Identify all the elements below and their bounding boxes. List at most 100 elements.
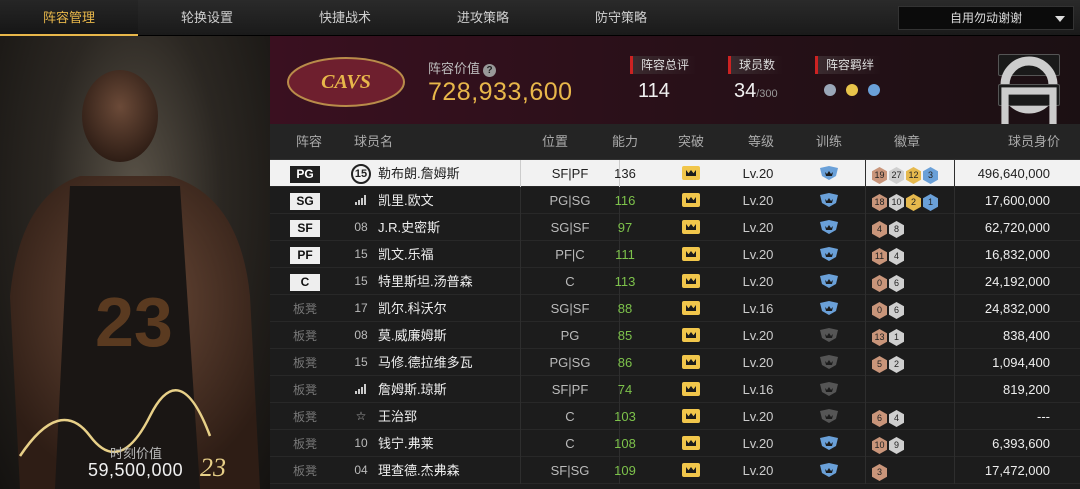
roster-table: 阵容 球员名 位置 能力 突破 等级 训练 徽章 球员身价 PG 15 勒布朗.詹姆… [270, 124, 1080, 489]
badge-icon[interactable]: 6 [872, 410, 887, 427]
tab-quick-tactics[interactable]: 快捷战术 [276, 0, 414, 36]
badge-icon[interactable]: 10 [889, 194, 904, 211]
badge-icon[interactable]: 18 [872, 194, 887, 211]
badge-icon[interactable]: 10 [872, 437, 887, 454]
training-shield-icon[interactable] [819, 328, 839, 342]
breakthrough-cell [678, 376, 704, 403]
badge-icon[interactable]: 27 [889, 167, 904, 184]
table-row[interactable]: 板凳 ☆ 王治郅 C 103 Lv.20 6 4 --- [270, 403, 1080, 430]
table-row[interactable]: 板凳 17 凯尔.科沃尔 SG|SF 88 Lv.16 0 6 24,832,000 [270, 295, 1080, 322]
table-row[interactable]: 板凳 15 马修.德拉维多瓦 PG|SG 86 Lv.20 5 2 1,094,400 [270, 349, 1080, 376]
badge-icon[interactable]: 9 [889, 437, 904, 454]
slot-cell: PF [290, 241, 320, 268]
header-value[interactable]: 球员身价 [1008, 124, 1060, 160]
player-value: 1,094,400 [954, 349, 1058, 376]
badges-cell: 3 [865, 457, 955, 484]
tab-offense[interactable]: 进攻策略 [414, 0, 552, 36]
slot-label: C [290, 274, 320, 291]
badge-icon[interactable]: 4 [889, 410, 904, 427]
header-level[interactable]: 等级 [748, 124, 774, 160]
signal-bars-icon [350, 187, 372, 214]
signal-bars-icon [350, 376, 372, 403]
bond-icon[interactable] [866, 82, 882, 98]
training-cell [815, 322, 843, 349]
bond-icon[interactable] [844, 82, 860, 98]
badge-icon[interactable]: 4 [889, 248, 904, 265]
player-name: 莫.威廉姆斯 [378, 328, 447, 343]
badge-icon[interactable]: 0 [872, 302, 887, 319]
lineup-dropdown[interactable]: 自用勿动谢谢 [898, 6, 1074, 30]
badge-icon[interactable]: 2 [889, 356, 904, 373]
jersey-number: 15 [354, 247, 368, 261]
badge-icon[interactable]: 12 [906, 167, 921, 184]
header-ability[interactable]: 能力 [612, 124, 638, 160]
badges-cell: 48 [865, 214, 955, 241]
training-shield-icon[interactable] [819, 220, 839, 234]
badge-icon[interactable]: 3 [872, 464, 887, 481]
training-shield-icon[interactable] [819, 301, 839, 315]
badge-icon[interactable]: 11 [872, 248, 887, 265]
badges-cell: 19 27 12 3 [865, 160, 955, 187]
badge-icon[interactable]: 6 [889, 302, 904, 319]
tab-lineup[interactable]: 阵容管理 [0, 0, 138, 36]
badge-icon[interactable]: 8 [889, 221, 904, 238]
table-row[interactable]: SF 08 J.R.史密斯 SG|SF 97 Lv.20 4 8 62,720,000 [270, 214, 1080, 241]
table-row[interactable]: SG 凯里.欧文 PG|SG 116 Lv.20 18 10 2 1 17,600,000 [270, 187, 1080, 214]
training-cell [815, 349, 843, 376]
slot-label: SF [290, 220, 320, 237]
training-shield-icon[interactable] [819, 247, 839, 261]
training-shield-icon[interactable] [819, 463, 839, 477]
tab-defense[interactable]: 防守策略 [552, 0, 690, 36]
bond-icon[interactable] [822, 82, 838, 98]
tab-rotation[interactable]: 轮换设置 [138, 0, 276, 36]
badge-icon[interactable]: 5 [872, 356, 887, 373]
badge-icon[interactable]: 2 [906, 194, 921, 211]
badge-icon[interactable]: 6 [889, 275, 904, 292]
header-breakthrough[interactable]: 突破 [678, 124, 704, 160]
select-button[interactable]: 选拔 [998, 54, 1060, 138]
crown-icon [682, 193, 700, 207]
table-row[interactable]: 板凳 08 莫.威廉姆斯 PG 85 Lv.20 13 1 838,400 [270, 322, 1080, 349]
badge-icon[interactable]: 1 [923, 194, 938, 211]
player-value: 24,832,000 [954, 295, 1058, 322]
badge-icon[interactable]: 0 [872, 275, 887, 292]
breakthrough-cell [678, 295, 704, 322]
training-shield-icon[interactable] [819, 355, 839, 369]
header-training[interactable]: 训练 [816, 124, 842, 160]
table-row[interactable]: 板凳 10 钱宁.弗莱 C 108 Lv.20 10 9 6,393,600 [270, 430, 1080, 457]
training-cell [815, 187, 843, 214]
crown-icon [682, 355, 700, 369]
header-badges[interactable]: 徽章 [894, 124, 920, 160]
svg-text:23: 23 [200, 453, 226, 482]
player-value: 17,472,000 [954, 457, 1058, 484]
badge-icon[interactable]: 13 [872, 329, 887, 346]
badge-icon[interactable]: 1 [889, 329, 904, 346]
help-icon[interactable]: ? [483, 64, 497, 77]
training-shield-icon[interactable] [819, 193, 839, 207]
header-position[interactable]: 位置 [542, 124, 568, 160]
breakthrough-cell [678, 241, 704, 268]
star-icon: ☆ [355, 409, 367, 423]
player-level: Lv.16 [742, 301, 774, 316]
table-row[interactable]: PG 15 勒布朗.詹姆斯 SF|PF 136 Lv.20 19 27 12 3 496,640,0… [270, 160, 1080, 187]
table-row[interactable]: PF 15 凯文.乐福 PF|C 111 Lv.20 11 4 16,832,000 [270, 241, 1080, 268]
player-value: 819,200 [954, 376, 1058, 403]
table-row[interactable]: C 15 特里斯坦.汤普森 C 113 Lv.20 0 6 24,192,000 [270, 268, 1080, 295]
team-rating-label: 阵容总评 [630, 56, 698, 74]
table-header: 阵容 球员名 位置 能力 突破 等级 训练 徽章 球员身价 [270, 124, 1080, 160]
training-shield-icon[interactable] [819, 382, 839, 396]
table-row[interactable]: 板凳 詹姆斯.琼斯 SF|PF 74 Lv.16 819,200 [270, 376, 1080, 403]
training-shield-icon[interactable] [819, 436, 839, 450]
badge-icon[interactable]: 19 [872, 167, 887, 184]
badge-icon[interactable]: 3 [923, 167, 938, 184]
training-shield-icon[interactable] [819, 409, 839, 423]
breakthrough-cell [678, 214, 704, 241]
training-shield-icon[interactable] [819, 274, 839, 288]
player-card[interactable]: 23 23 时刻价值 59,500,000 [0, 36, 270, 489]
recycle-button[interactable]: 回收 [998, 84, 1060, 168]
table-row[interactable]: 板凳 04 理查德.杰弗森 SF|SG 109 Lv.20 3 17,472,000 [270, 457, 1080, 484]
badge-icon[interactable]: 4 [872, 221, 887, 238]
crown-icon [682, 247, 700, 261]
player-ability: 97 [617, 220, 633, 235]
training-shield-icon[interactable] [819, 166, 839, 180]
